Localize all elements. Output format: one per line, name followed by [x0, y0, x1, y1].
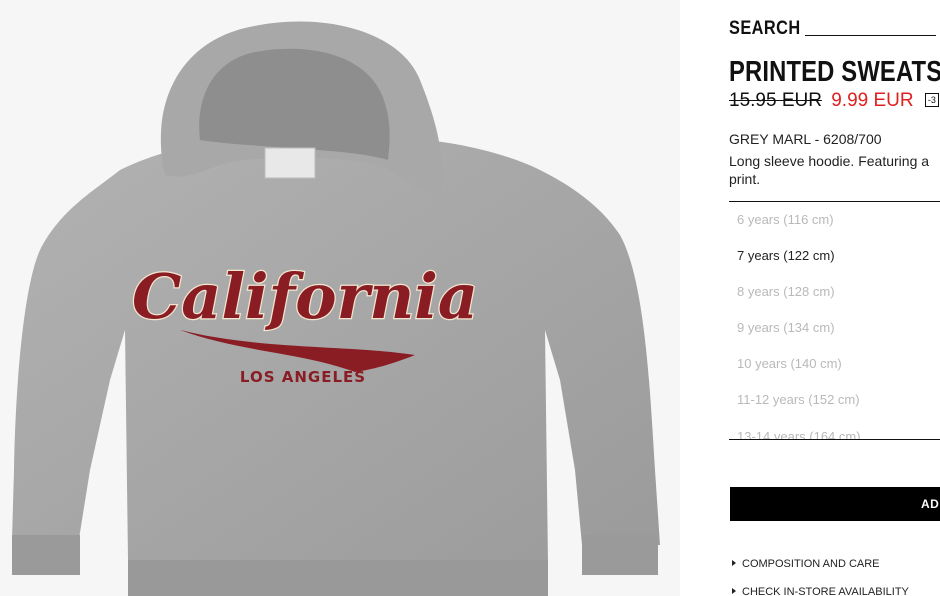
sale-price: 9.99 EUR: [831, 90, 914, 111]
product-image[interactable]: California LOS ANGELES: [0, 0, 680, 596]
print-main-text: California: [132, 260, 478, 333]
size-option[interactable]: 13-14 years (164 cm): [729, 428, 940, 439]
color-reference: GREY MARL - 6208/700: [729, 131, 882, 147]
old-price: 15.95 EUR: [729, 90, 822, 111]
size-option[interactable]: 6 years (116 cm): [729, 202, 940, 238]
add-button-label: ADD: [921, 497, 940, 511]
composition-care-link[interactable]: COMPOSITION AND CARE: [729, 558, 880, 570]
hoodie-illustration: California LOS ANGELES: [12, 21, 660, 596]
size-option[interactable]: 9 years (134 cm): [729, 310, 940, 346]
store-availability-link[interactable]: CHECK IN-STORE AVAILABILITY: [729, 586, 909, 596]
store-availability-label: CHECK IN-STORE AVAILABILITY: [742, 586, 909, 596]
size-selector: 6 years (116 cm) 7 years (122 cm) 8 year…: [729, 201, 940, 440]
add-to-cart-button[interactable]: ADD: [730, 487, 940, 521]
size-option[interactable]: 10 years (140 cm): [729, 346, 940, 382]
product-info-panel: SEARCH PRINTED SWEATSH 15.95 EUR 9.99 EU…: [729, 0, 940, 596]
size-option[interactable]: 8 years (128 cm): [729, 274, 940, 310]
composition-label: COMPOSITION AND CARE: [742, 558, 880, 570]
product-title: PRINTED SWEATSH: [729, 56, 940, 88]
print-sub-text: LOS ANGELES: [240, 368, 366, 386]
product-description: Long sleeve hoodie. Featuring a print.: [729, 153, 930, 187]
price-row: 15.95 EUR 9.99 EUR -3: [729, 90, 939, 112]
caret-right-icon: [732, 560, 736, 566]
discount-badge: -3: [924, 93, 939, 107]
caret-right-icon: [732, 588, 736, 594]
search-input-underline[interactable]: [805, 35, 936, 36]
size-option[interactable]: 7 years (122 cm): [729, 238, 940, 274]
size-option[interactable]: 11-12 years (152 cm): [729, 382, 940, 418]
search-link[interactable]: SEARCH: [729, 18, 801, 40]
